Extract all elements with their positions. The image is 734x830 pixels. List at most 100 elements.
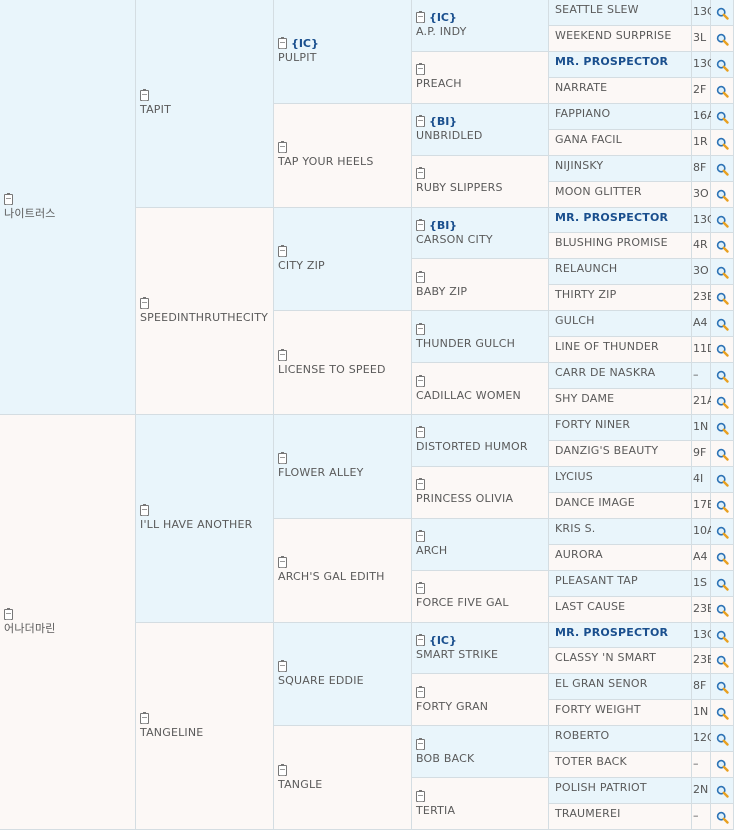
clipboard-icon[interactable]	[278, 348, 287, 361]
clipboard-icon[interactable]	[4, 193, 13, 205]
magnifier-icon[interactable]	[716, 526, 729, 539]
horse-name[interactable]: SMART STRIKE	[416, 648, 546, 662]
horse-name[interactable]: MOON GLITTER	[555, 185, 642, 198]
magnifier-icon[interactable]	[716, 266, 729, 280]
clipboard-icon[interactable]	[416, 11, 425, 24]
horse-name[interactable]: CADILLAC WOMEN	[416, 389, 546, 403]
clipboard-icon[interactable]	[416, 218, 425, 231]
clipboard-icon[interactable]	[416, 685, 425, 698]
horse-name[interactable]: EL GRAN SENOR	[555, 677, 648, 690]
horse-name[interactable]: TRAUMEREI	[555, 807, 621, 820]
clipboard-icon[interactable]	[416, 478, 425, 491]
horse-name[interactable]: LINE OF THUNDER	[555, 340, 659, 353]
magnifier-icon[interactable]	[716, 552, 729, 565]
horse-name[interactable]: CARSON CITY	[416, 233, 546, 247]
magnifier-icon[interactable]	[716, 474, 729, 487]
horse-name[interactable]: WEEKEND SURPRISE	[555, 29, 671, 42]
clipboard-icon[interactable]	[140, 711, 149, 724]
horse-name[interactable]: PREACH	[416, 77, 546, 91]
horse-name[interactable]: ARCH	[416, 544, 546, 558]
clipboard-icon[interactable]	[278, 141, 287, 154]
horse-name[interactable]: SQUARE EDDIE	[278, 674, 409, 688]
horse-name[interactable]: DANZIG'S BEAUTY	[555, 444, 658, 457]
magnifier-icon[interactable]	[716, 111, 729, 124]
clipboard-icon[interactable]	[278, 37, 287, 50]
magnifier-icon[interactable]	[716, 578, 729, 591]
horse-name[interactable]: THIRTY ZIP	[555, 288, 616, 301]
horse-name[interactable]: A.P. INDY	[416, 25, 546, 39]
magnifier-icon[interactable]	[716, 215, 729, 228]
magnifier-icon[interactable]	[716, 811, 729, 824]
horse-name[interactable]: CITY ZIP	[278, 259, 409, 273]
clipboard-icon[interactable]	[416, 167, 425, 180]
horse-name[interactable]: 어나더마린	[4, 622, 133, 636]
horse-name[interactable]: ROBERTO	[555, 729, 609, 742]
horse-name[interactable]: BABY ZIP	[416, 285, 546, 299]
horse-name[interactable]: FORTY WEIGHT	[555, 703, 641, 716]
horse-name[interactable]: THUNDER GULCH	[416, 337, 546, 351]
horse-name[interactable]: AURORA	[555, 548, 603, 561]
magnifier-icon[interactable]	[716, 604, 729, 617]
magnifier-icon[interactable]	[716, 759, 729, 772]
horse-name[interactable]: LICENSE TO SPEED	[278, 363, 409, 377]
horse-name[interactable]: DANCE IMAGE	[555, 496, 635, 509]
magnifier-icon[interactable]	[716, 681, 729, 695]
clipboard-icon[interactable]	[416, 530, 425, 543]
clipboard-icon[interactable]	[416, 737, 425, 750]
clipboard-icon[interactable]	[140, 89, 149, 102]
horse-name[interactable]: KRIS S.	[555, 522, 595, 535]
horse-name[interactable]: UNBRIDLED	[416, 129, 546, 143]
horse-name[interactable]: FLOWER ALLEY	[278, 466, 409, 480]
horse-name[interactable]: LYCIUS	[555, 470, 593, 483]
magnifier-icon[interactable]	[716, 33, 729, 46]
horse-name[interactable]: RELAUNCH	[555, 262, 617, 275]
inbreeding-tag[interactable]: {BI}	[429, 219, 457, 232]
horse-name[interactable]: SPEEDINTHRUTHECITY	[140, 311, 271, 325]
clipboard-icon[interactable]	[4, 608, 13, 620]
magnifier-icon[interactable]	[716, 189, 729, 202]
horse-name[interactable]: PLEASANT TAP	[555, 574, 638, 587]
horse-name[interactable]: BOB BACK	[416, 752, 546, 766]
horse-name[interactable]: 나이트러스	[4, 207, 133, 221]
horse-name[interactable]: TANGELINE	[140, 726, 271, 740]
inbreeding-tag[interactable]: {BI}	[429, 115, 457, 128]
clipboard-icon[interactable]	[416, 633, 425, 646]
magnifier-icon[interactable]	[716, 344, 729, 357]
magnifier-icon[interactable]	[716, 85, 729, 98]
horse-name[interactable]: NARRATE	[555, 81, 607, 94]
magnifier-icon[interactable]	[716, 733, 729, 746]
magnifier-icon[interactable]	[716, 655, 729, 669]
horse-name[interactable]: GANA FACIL	[555, 133, 622, 146]
horse-name[interactable]: LAST CAUSE	[555, 600, 625, 613]
magnifier-icon[interactable]	[716, 163, 729, 176]
clipboard-icon[interactable]	[278, 659, 287, 672]
magnifier-icon[interactable]	[716, 370, 729, 383]
horse-name[interactable]: TAPIT	[140, 103, 271, 117]
horse-name[interactable]: CARR DE NASKRA	[555, 366, 655, 379]
horse-name[interactable]: MR. PROSPECTOR	[555, 626, 668, 639]
magnifier-icon[interactable]	[716, 240, 729, 254]
magnifier-icon[interactable]	[716, 422, 729, 435]
magnifier-icon[interactable]	[716, 318, 729, 331]
clipboard-icon[interactable]	[416, 63, 425, 76]
horse-name[interactable]: FAPPIANO	[555, 107, 610, 120]
inbreeding-tag[interactable]: {IC}	[429, 11, 457, 24]
horse-name[interactable]: ARCH'S GAL EDITH	[278, 570, 409, 584]
clipboard-icon[interactable]	[140, 296, 149, 309]
horse-name[interactable]: FORCE FIVE GAL	[416, 596, 546, 610]
horse-name[interactable]: GULCH	[555, 314, 595, 327]
horse-name[interactable]: MR. PROSPECTOR	[555, 55, 668, 68]
horse-name[interactable]: RUBY SLIPPERS	[416, 181, 546, 195]
clipboard-icon[interactable]	[416, 426, 425, 439]
horse-name[interactable]: POLISH PATRIOT	[555, 781, 647, 794]
horse-name[interactable]: NIJINSKY	[555, 159, 603, 172]
magnifier-icon[interactable]	[716, 137, 729, 150]
horse-name[interactable]: SHY DAME	[555, 392, 614, 405]
horse-name[interactable]: PULPIT	[278, 51, 409, 65]
horse-name[interactable]: FORTY GRAN	[416, 700, 546, 714]
magnifier-icon[interactable]	[716, 707, 729, 721]
clipboard-icon[interactable]	[278, 452, 287, 465]
clipboard-icon[interactable]	[416, 115, 425, 128]
clipboard-icon[interactable]	[416, 582, 425, 595]
magnifier-icon[interactable]	[716, 448, 729, 461]
